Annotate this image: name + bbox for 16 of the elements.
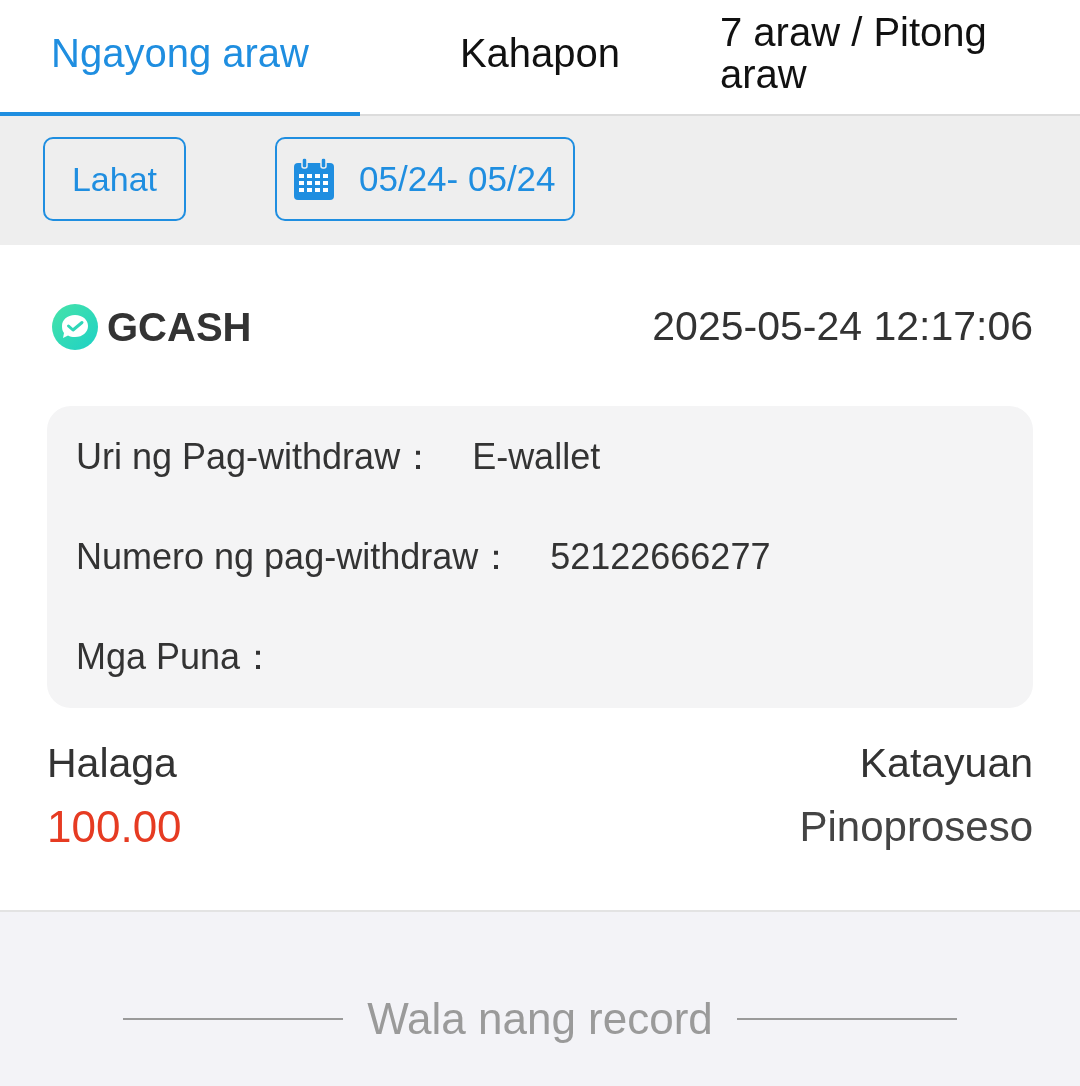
all-filter-button[interactable]: Lahat bbox=[43, 137, 186, 221]
date-range-button[interactable]: 05/24- 05/24 bbox=[275, 137, 575, 221]
calendar-icon bbox=[294, 158, 334, 200]
status-value: Pinoproseso bbox=[799, 802, 1033, 852]
record-time: 2025-05-24 12:17:06 bbox=[652, 302, 1033, 352]
detail-label: Numero ng pag-withdraw： bbox=[76, 535, 515, 579]
chat-check-icon bbox=[52, 304, 98, 350]
status-label: Katayuan bbox=[859, 739, 1033, 788]
end-of-list-text: Wala nang record bbox=[367, 993, 713, 1045]
detail-value: E-wallet bbox=[472, 435, 601, 479]
amount-value: 100.00 bbox=[47, 801, 182, 853]
detail-label: Uri ng Pag-withdraw： bbox=[76, 435, 437, 479]
payment-method-name: GCASH bbox=[107, 304, 252, 351]
detail-label: Mga Puna： bbox=[76, 635, 277, 679]
amount-label: Halaga bbox=[47, 739, 177, 788]
detail-value: 52122666277 bbox=[550, 535, 771, 579]
